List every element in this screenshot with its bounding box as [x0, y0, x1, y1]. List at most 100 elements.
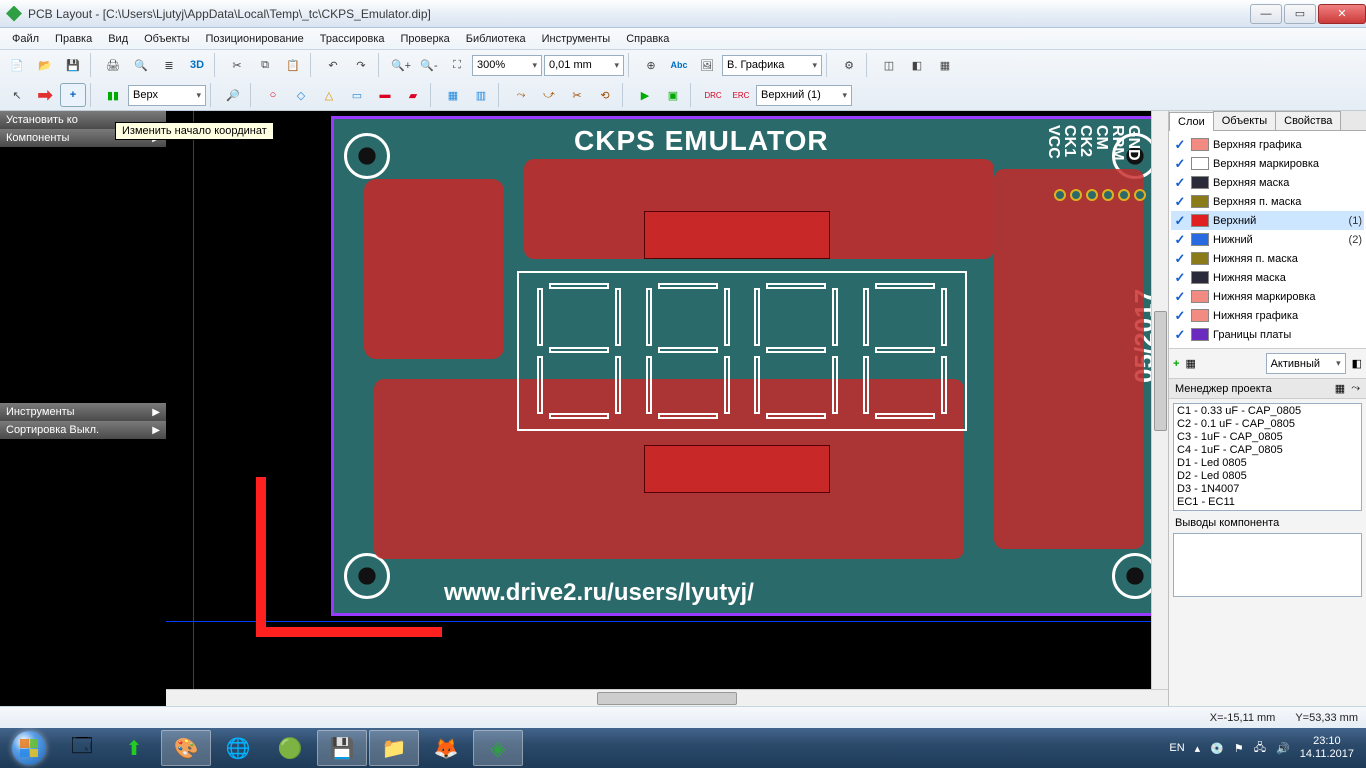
layer-row[interactable]: ✓ Верхняя п. маска: [1171, 192, 1364, 211]
mgr-icon1[interactable]: ▦: [1335, 382, 1345, 395]
tray-flag-icon[interactable]: ⚑: [1234, 742, 1244, 755]
origin-set-button[interactable]: +: [60, 83, 86, 107]
threed-button[interactable]: 3D: [184, 53, 210, 77]
layer-checkbox[interactable]: ✓: [1173, 232, 1187, 248]
start-button[interactable]: [2, 728, 56, 768]
menu-library[interactable]: Библиотека: [458, 31, 534, 47]
erc-label-icon[interactable]: ERC: [728, 83, 754, 107]
layer-swatch[interactable]: [1191, 271, 1209, 284]
zoom-in-icon[interactable]: 🔍+: [388, 53, 414, 77]
layer-checkbox[interactable]: ✓: [1173, 327, 1187, 343]
layer-swatch[interactable]: [1191, 138, 1209, 151]
task-app1-icon[interactable]: ⬆: [109, 730, 159, 766]
shape-fillrect-icon[interactable]: ▬: [372, 83, 398, 107]
find-icon[interactable]: 🔎: [220, 83, 246, 107]
drc-label-icon[interactable]: DRC: [700, 83, 726, 107]
step-icon[interactable]: ▣: [660, 83, 686, 107]
menu-help[interactable]: Справка: [618, 31, 677, 47]
open-icon[interactable]: 📂: [32, 53, 58, 77]
menu-tools[interactable]: Инструменты: [534, 31, 619, 47]
list-item[interactable]: C1 - 0.33 uF - CAP_0805: [1177, 405, 1358, 418]
layer-row[interactable]: ✓ Границы платы: [1171, 325, 1364, 344]
drc-icon[interactable]: ⚙: [836, 53, 862, 77]
layer-swatch[interactable]: [1191, 290, 1209, 303]
tab-props[interactable]: Свойства: [1275, 111, 1341, 130]
vscrollbar[interactable]: [1151, 111, 1168, 689]
image-icon[interactable]: 🖼: [694, 53, 720, 77]
menu-check[interactable]: Проверка: [393, 31, 458, 47]
shape-triangle-icon[interactable]: △: [316, 83, 342, 107]
lang-indicator[interactable]: EN: [1169, 742, 1184, 754]
component-icon[interactable]: ▮▮: [100, 83, 126, 107]
layer-checkbox[interactable]: ✓: [1173, 213, 1187, 229]
grid1-icon[interactable]: ▦: [440, 83, 466, 107]
tab-layers[interactable]: Слои: [1169, 112, 1214, 131]
instruments-header[interactable]: Инструменты▶: [0, 403, 166, 421]
layer-checkbox[interactable]: ✓: [1173, 137, 1187, 153]
layer-row[interactable]: ✓ Верхний (1): [1171, 211, 1364, 230]
task-save-icon[interactable]: 💾: [317, 730, 367, 766]
zoom-combo[interactable]: 300%: [472, 55, 542, 76]
paste-icon[interactable]: 📋: [280, 53, 306, 77]
list-item[interactable]: C2 - 0.1 uF - CAP_0805: [1177, 418, 1358, 431]
cut-icon[interactable]: ✂: [224, 53, 250, 77]
zoom-window-icon[interactable]: ⛶: [444, 53, 470, 77]
layer-swatch[interactable]: [1191, 157, 1209, 170]
route3-icon[interactable]: ✂: [564, 83, 590, 107]
layer-row[interactable]: ✓ Нижняя графика: [1171, 306, 1364, 325]
list-icon[interactable]: ≣: [156, 53, 182, 77]
shape-circle-icon[interactable]: ○: [260, 83, 286, 107]
layer-row[interactable]: ✓ Нижняя маркировка: [1171, 287, 1364, 306]
misc3-icon[interactable]: ▦: [932, 53, 958, 77]
menu-edit[interactable]: Правка: [47, 31, 100, 47]
menu-view[interactable]: Вид: [100, 31, 136, 47]
task-pcb-icon[interactable]: ◈: [473, 730, 523, 766]
layer-swatch[interactable]: [1191, 195, 1209, 208]
list-item[interactable]: D2 - Led 0805: [1177, 470, 1358, 483]
layer-checkbox[interactable]: ✓: [1173, 308, 1187, 324]
layer-checkbox[interactable]: ✓: [1173, 289, 1187, 305]
layer-swatch[interactable]: [1191, 328, 1209, 341]
sort-header[interactable]: Сортировка Выкл.▶: [0, 421, 166, 439]
shape-diamond-icon[interactable]: ◇: [288, 83, 314, 107]
tray-up-icon[interactable]: ▴: [1195, 742, 1201, 755]
task-firefox-icon[interactable]: 🦊: [421, 730, 471, 766]
arrow-highlight-icon[interactable]: ➡: [32, 83, 58, 107]
units-combo[interactable]: 0,01 mm: [544, 55, 624, 76]
component-list[interactable]: C1 - 0.33 uF - CAP_0805C2 - 0.1 uF - CAP…: [1173, 403, 1362, 511]
maximize-button[interactable]: ▭: [1284, 4, 1316, 24]
list-item[interactable]: D3 - 1N4007: [1177, 483, 1358, 496]
task-ie-icon[interactable]: 🌐: [213, 730, 263, 766]
layer-row[interactable]: ✓ Нижний (2): [1171, 230, 1364, 249]
task-chrome-icon[interactable]: 🟢: [265, 730, 315, 766]
add-layer-icon[interactable]: +: [1173, 358, 1179, 370]
route1-icon[interactable]: ⤳: [508, 83, 534, 107]
layer-swatch[interactable]: [1191, 214, 1209, 227]
close-button[interactable]: ✕: [1318, 4, 1366, 24]
layer-checkbox[interactable]: ✓: [1173, 175, 1187, 191]
layer-checkbox[interactable]: ✓: [1173, 270, 1187, 286]
preview-icon[interactable]: 🔍: [128, 53, 154, 77]
print-icon[interactable]: 🖨: [100, 53, 126, 77]
route4-icon[interactable]: ⟲: [592, 83, 618, 107]
layer1-combo[interactable]: Верх: [128, 85, 206, 106]
layer-checkbox[interactable]: ✓: [1173, 251, 1187, 267]
layer-row[interactable]: ✓ Нижняя п. маска: [1171, 249, 1364, 268]
redo-icon[interactable]: ↷: [348, 53, 374, 77]
clock[interactable]: 23:10 14.11.2017: [1300, 735, 1354, 761]
layer-mode-combo[interactable]: Активный: [1266, 353, 1346, 374]
tab-objects[interactable]: Объекты: [1213, 111, 1276, 130]
list-item[interactable]: C3 - 1uF - CAP_0805: [1177, 431, 1358, 444]
menu-file[interactable]: Файл: [4, 31, 47, 47]
copy-icon[interactable]: ⧉: [252, 53, 278, 77]
layer-swatch[interactable]: [1191, 309, 1209, 322]
zoom-out-icon[interactable]: 🔍-: [416, 53, 442, 77]
layer-settings-icon[interactable]: ▦: [1185, 357, 1195, 370]
tray-disc-icon[interactable]: 💿: [1210, 742, 1224, 755]
shape-fill-icon[interactable]: ▰: [400, 83, 426, 107]
new-icon[interactable]: 📄: [4, 53, 30, 77]
minimize-button[interactable]: —: [1250, 4, 1282, 24]
shape-rect-icon[interactable]: ▭: [344, 83, 370, 107]
mgr-icon2[interactable]: ⤳: [1351, 382, 1360, 395]
misc1-icon[interactable]: ◫: [876, 53, 902, 77]
